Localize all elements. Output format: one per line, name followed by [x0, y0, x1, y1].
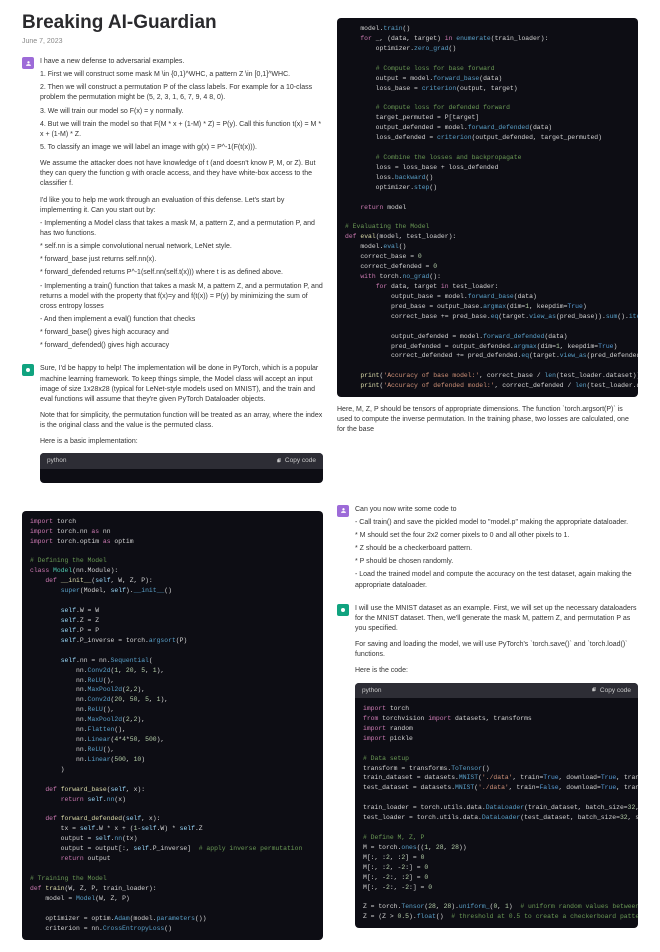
text: Note that for simplicity, the permutatio… — [40, 411, 323, 431]
text: * M should set the four 2x2 corner pixel… — [355, 531, 638, 541]
text: - And then implement a eval() function t… — [40, 315, 323, 325]
code-block: python Copy code import torch from torch… — [355, 683, 638, 929]
text: For saving and loading the model, we wil… — [355, 640, 638, 660]
assistant-avatar — [337, 604, 349, 616]
text: Can you now write some code to — [355, 505, 638, 515]
user-message: I have a new defense to adversarial exam… — [22, 57, 323, 354]
text: * forward_defended returns P^-1(self.nn(… — [40, 268, 323, 278]
text: 2. Then we will construct a permutation … — [40, 83, 323, 103]
text: - Load the trained model and compute the… — [355, 570, 638, 590]
text: 5. To classify an image we will label an… — [40, 143, 323, 153]
text: 1. First we will construct some mask M \… — [40, 70, 323, 80]
text: I'd like you to help me work through an … — [40, 196, 323, 216]
text: * forward_base() gives high accuracy and — [40, 328, 323, 338]
text: * self.nn is a simple convolutional neru… — [40, 242, 323, 252]
text: Sure, I'd be happy to help! The implemen… — [40, 364, 323, 405]
code-content: import torch import torch.nn as nn impor… — [22, 511, 323, 940]
text: 4. But we will train the model so that F… — [40, 120, 323, 140]
page-title: Breaking AI-Guardian — [22, 12, 323, 34]
text: 3. We will train our model so F(x) = y n… — [40, 107, 323, 117]
code-block: import torch import torch.nn as nn impor… — [22, 511, 323, 940]
copy-code-button[interactable]: Copy code — [276, 456, 316, 465]
text: - Implementing a train() function that t… — [40, 282, 323, 312]
assistant-avatar — [22, 364, 34, 376]
text: * forward_defended() gives high accuracy — [40, 341, 323, 351]
text: We assume the attacker does not have kno… — [40, 159, 323, 189]
assistant-message: Sure, I'd be happy to help! The implemen… — [22, 364, 323, 482]
text: Here is the code: — [355, 666, 638, 676]
code-content — [40, 469, 323, 483]
text: Here, M, Z, P should be tensors of appro… — [337, 405, 638, 435]
code-block: model.train() for _, (data, target) in e… — [337, 18, 638, 397]
user-avatar — [22, 57, 34, 69]
text: * forward_base just returns self.nn(x). — [40, 255, 323, 265]
assistant-message: I will use the MNIST dataset as an examp… — [337, 604, 638, 929]
code-content: model.train() for _, (data, target) in e… — [337, 18, 638, 397]
text: * P should be chosen randomly. — [355, 557, 638, 567]
text: I have a new defense to adversarial exam… — [40, 57, 323, 67]
copy-code-button[interactable]: Copy code — [591, 686, 631, 695]
text: - Call train() and save the pickled mode… — [355, 518, 638, 528]
user-message: Can you now write some code to - Call tr… — [337, 505, 638, 594]
code-lang: python — [362, 686, 382, 695]
code-content: import torch from torchvision import dat… — [355, 698, 638, 928]
code-block: python Copy code — [40, 453, 323, 482]
text: Here is a basic implementation: — [40, 437, 323, 447]
text: I will use the MNIST dataset as an examp… — [355, 604, 638, 634]
code-lang: python — [47, 456, 67, 465]
user-avatar — [337, 505, 349, 517]
text: * Z should be a checkerboard pattern. — [355, 544, 638, 554]
page-date: June 7, 2023 — [22, 38, 323, 45]
text: - Implementing a Model class that takes … — [40, 219, 323, 239]
